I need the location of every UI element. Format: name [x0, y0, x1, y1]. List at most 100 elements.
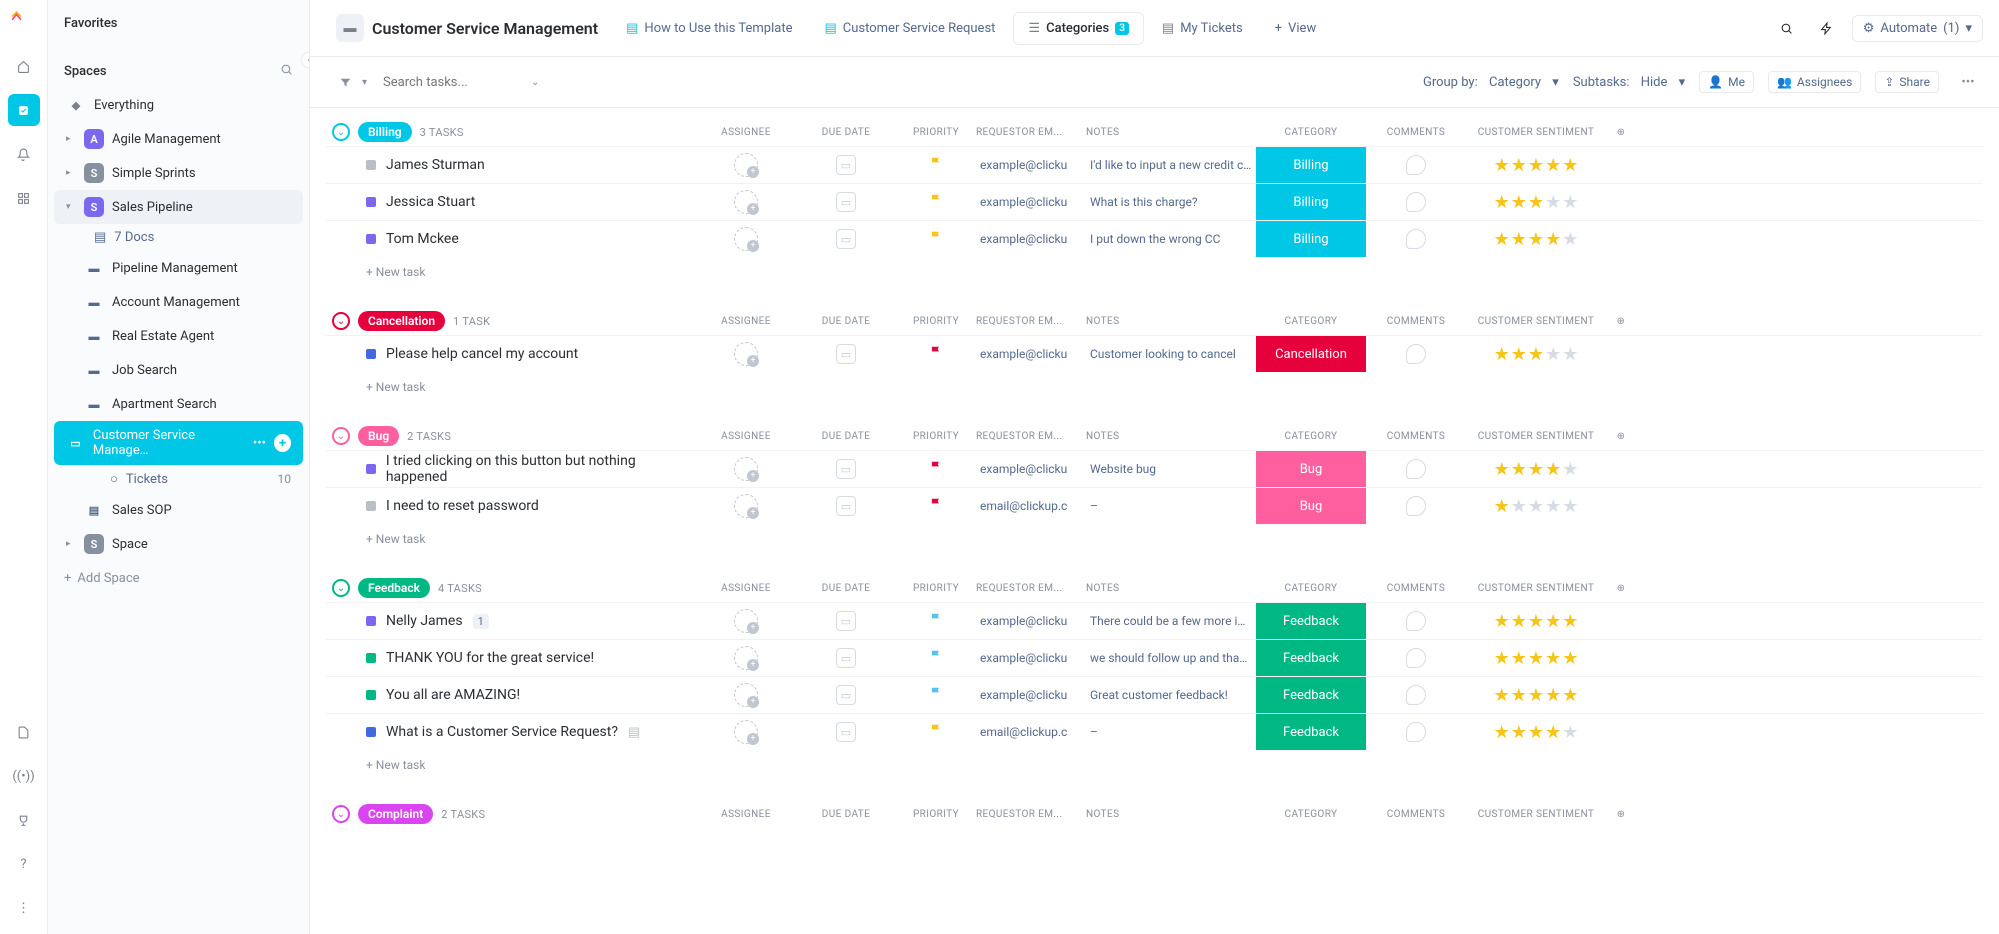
assignee-cell[interactable]: [696, 190, 796, 214]
email-cell[interactable]: example@clicku: [976, 184, 1086, 220]
assignee-cell[interactable]: [696, 227, 796, 251]
more-icon[interactable]: •••: [253, 436, 266, 451]
comments-cell[interactable]: [1366, 611, 1466, 631]
task-row[interactable]: I tried clicking on this button but noth…: [326, 450, 1983, 487]
due-date-cell[interactable]: ▭: [796, 685, 896, 705]
add-column-icon[interactable]: ⊕: [1606, 583, 1636, 594]
automate-button[interactable]: ⚙ Automate (1) ▾: [1852, 15, 1983, 42]
due-date-cell[interactable]: ▭: [796, 722, 896, 742]
new-task-button[interactable]: + New task: [326, 524, 1983, 554]
sidebar-sales-sop[interactable]: ▤Sales SOP: [54, 493, 303, 527]
email-cell[interactable]: example@clicku: [976, 336, 1086, 372]
tab-howto[interactable]: ▤ How to Use this Template: [612, 13, 806, 44]
assignee-cell[interactable]: [696, 683, 796, 707]
priority-cell[interactable]: [896, 460, 976, 478]
column-category[interactable]: CATEGORY: [1256, 316, 1366, 327]
sidebar-everything[interactable]: ◆ Everything: [54, 88, 303, 122]
column-comments[interactable]: COMMENTS: [1366, 583, 1466, 594]
sidebar-docs[interactable]: ▤ 7 Docs: [82, 224, 303, 251]
sidebar-folder-realestate[interactable]: ▬Real Estate Agent: [54, 319, 303, 353]
new-task-button[interactable]: + New task: [326, 372, 1983, 402]
column-sentiment[interactable]: CUSTOMER SENTIMENT: [1466, 316, 1606, 327]
comments-cell[interactable]: [1366, 459, 1466, 479]
sidebar-item-sales[interactable]: ▾ S Sales Pipeline: [54, 190, 303, 224]
sentiment-cell[interactable]: ★★★★★: [1466, 192, 1606, 213]
sentiment-cell[interactable]: ★★★★★: [1466, 229, 1606, 250]
category-cell[interactable]: Feedback: [1256, 677, 1366, 713]
add-column-icon[interactable]: ⊕: [1606, 431, 1636, 442]
category-cell[interactable]: Billing: [1256, 221, 1366, 257]
search-icon[interactable]: [1772, 13, 1802, 43]
subtasks-select[interactable]: Subtasks: Hide ▾: [1573, 75, 1685, 90]
trophy-icon[interactable]: [8, 804, 40, 836]
assignee-cell[interactable]: [696, 342, 796, 366]
sidebar-folder-apartment[interactable]: ▬Apartment Search: [54, 387, 303, 421]
due-date-cell[interactable]: ▭: [796, 155, 896, 175]
assignee-cell[interactable]: [696, 646, 796, 670]
bolt-icon[interactable]: [1812, 13, 1842, 43]
status-icon[interactable]: [366, 616, 376, 626]
help-icon[interactable]: ?: [8, 848, 40, 880]
column-assignee[interactable]: ASSIGNEE: [696, 809, 796, 820]
column-sentiment[interactable]: CUSTOMER SENTIMENT: [1466, 809, 1606, 820]
collapse-icon[interactable]: ⌄: [332, 123, 350, 141]
tasks-icon[interactable]: [8, 94, 40, 126]
new-task-button[interactable]: + New task: [326, 257, 1983, 287]
group-header-cancel[interactable]: ⌄ Cancellation 1 TASK ASSIGNEE DUE DATE …: [326, 307, 1983, 335]
task-row[interactable]: Jessica Stuart ▭ example@clicku What is …: [326, 183, 1983, 220]
status-icon[interactable]: [366, 727, 376, 737]
email-cell[interactable]: email@clickup.c: [976, 488, 1086, 524]
due-date-cell[interactable]: ▭: [796, 496, 896, 516]
category-cell[interactable]: Feedback: [1256, 640, 1366, 676]
column-priority[interactable]: PRIORITY: [896, 127, 976, 138]
tab-categories[interactable]: ☰ Categories 3: [1013, 12, 1143, 45]
chevron-down-icon[interactable]: ⌄: [531, 77, 539, 88]
sentiment-cell[interactable]: ★★★★★: [1466, 496, 1606, 517]
sentiment-cell[interactable]: ★★★★★: [1466, 459, 1606, 480]
notes-cell[interactable]: –: [1086, 488, 1256, 524]
filter-icon[interactable]: [330, 67, 360, 97]
me-button[interactable]: 👤Me: [1699, 71, 1754, 93]
priority-cell[interactable]: [896, 723, 976, 741]
column-due[interactable]: DUE DATE: [796, 809, 896, 820]
task-row[interactable]: Tom Mckee ▭ example@clicku I put down th…: [326, 220, 1983, 257]
comments-cell[interactable]: [1366, 229, 1466, 249]
column-due[interactable]: DUE DATE: [796, 316, 896, 327]
breadcrumb[interactable]: ▬ Customer Service Management: [326, 8, 608, 48]
sidebar-folder-account[interactable]: ▬Account Management: [54, 285, 303, 319]
sentiment-cell[interactable]: ★★★★★: [1466, 685, 1606, 706]
status-icon[interactable]: [366, 464, 376, 474]
new-task-button[interactable]: + New task: [326, 750, 1983, 780]
status-icon[interactable]: [366, 349, 376, 359]
category-cell[interactable]: Bug: [1256, 488, 1366, 524]
comments-cell[interactable]: [1366, 648, 1466, 668]
assignee-cell[interactable]: [696, 457, 796, 481]
group-header-complaint[interactable]: ⌄ Complaint 2 TASKS ASSIGNEE DUE DATE PR…: [326, 800, 1983, 828]
app-logo[interactable]: [10, 10, 38, 38]
column-notes[interactable]: NOTES: [1086, 583, 1256, 594]
column-due[interactable]: DUE DATE: [796, 431, 896, 442]
column-notes[interactable]: NOTES: [1086, 809, 1256, 820]
due-date-cell[interactable]: ▭: [796, 344, 896, 364]
due-date-cell[interactable]: ▭: [796, 459, 896, 479]
column-comments[interactable]: COMMENTS: [1366, 809, 1466, 820]
notes-cell[interactable]: –: [1086, 714, 1256, 750]
priority-cell[interactable]: [896, 230, 976, 248]
search-spaces-icon[interactable]: [280, 63, 293, 80]
column-category[interactable]: CATEGORY: [1256, 431, 1366, 442]
task-row[interactable]: Nelly James 1 ▭ example@clicku There cou…: [326, 602, 1983, 639]
category-cell[interactable]: Feedback: [1256, 603, 1366, 639]
column-email[interactable]: REQUESTOR EM...: [976, 809, 1086, 820]
column-assignee[interactable]: ASSIGNEE: [696, 583, 796, 594]
chevron-down-icon[interactable]: ▾: [362, 77, 367, 88]
sidebar-item-simple[interactable]: ▸ S Simple Sprints: [54, 156, 303, 190]
column-priority[interactable]: PRIORITY: [896, 583, 976, 594]
email-cell[interactable]: example@clicku: [976, 640, 1086, 676]
due-date-cell[interactable]: ▭: [796, 648, 896, 668]
group-by-select[interactable]: Group by: Category ▾: [1423, 75, 1559, 90]
add-column-icon[interactable]: ⊕: [1606, 809, 1636, 820]
task-row[interactable]: Please help cancel my account ▭ example@…: [326, 335, 1983, 372]
comments-cell[interactable]: [1366, 722, 1466, 742]
column-assignee[interactable]: ASSIGNEE: [696, 127, 796, 138]
favorites-header[interactable]: Favorites: [48, 8, 309, 39]
